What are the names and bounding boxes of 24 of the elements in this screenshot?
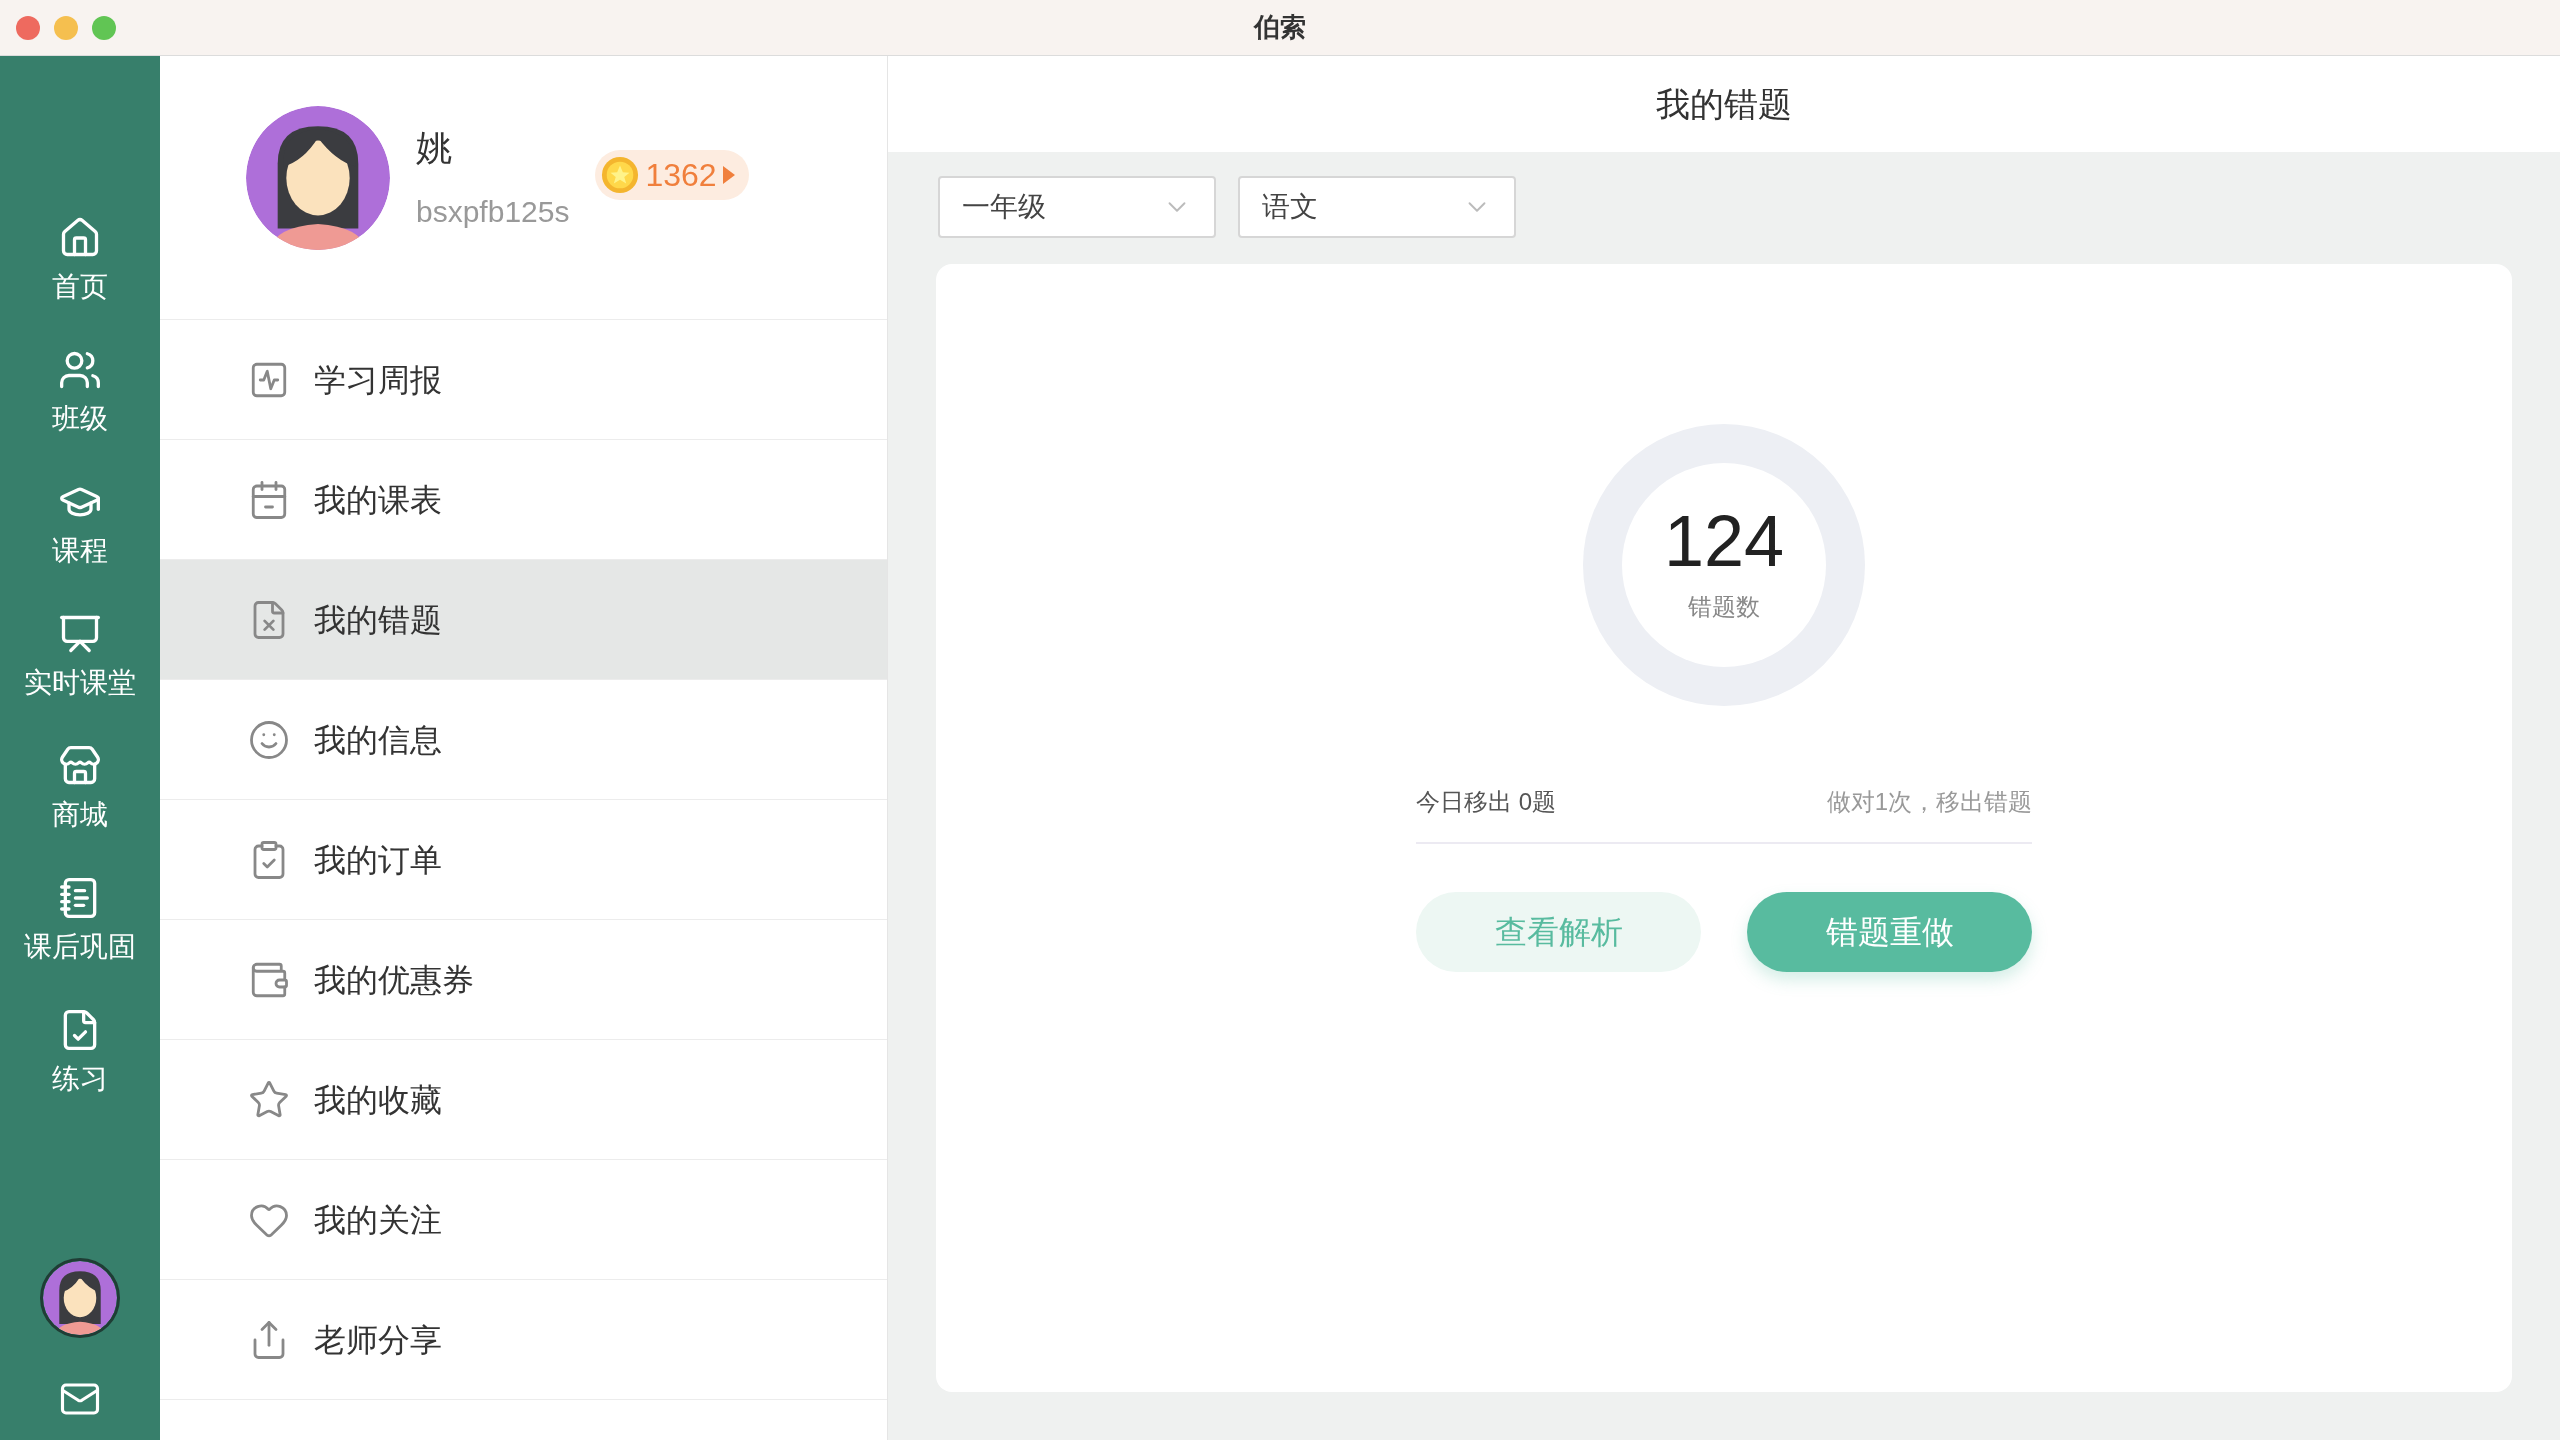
filter-dropdown[interactable]: 语文 bbox=[1238, 176, 1516, 238]
window-title: 伯索 bbox=[1254, 11, 1306, 44]
coin-icon bbox=[601, 155, 640, 194]
nav-item[interactable]: 首页 bbox=[52, 206, 108, 338]
filter-dropdown[interactable]: 一年级 bbox=[938, 176, 1216, 238]
nav-item[interactable]: 课后巩固 bbox=[24, 866, 136, 998]
caret-icon bbox=[722, 165, 735, 184]
zoom-button[interactable] bbox=[92, 16, 116, 40]
nav-item[interactable]: 练习 bbox=[52, 998, 108, 1130]
count-label: 错题数 bbox=[1688, 592, 1760, 622]
smiley-icon bbox=[248, 718, 290, 761]
close-button[interactable] bbox=[16, 16, 40, 40]
nav-item[interactable]: 实时课堂 bbox=[24, 602, 136, 734]
nav-item[interactable]: 课程 bbox=[52, 470, 108, 602]
menu-item[interactable]: 我的错题 bbox=[160, 560, 887, 680]
mistake-count: 124 bbox=[1663, 505, 1785, 577]
nav-item[interactable]: 商城 bbox=[52, 734, 108, 866]
removal-rule: 做对1次，移出错题 bbox=[1826, 787, 2032, 817]
minimize-button[interactable] bbox=[54, 16, 78, 40]
removed-today: 今日移出 0题 bbox=[1416, 787, 1556, 817]
page-title: 我的错题 bbox=[1656, 83, 1792, 125]
user-name: 姚 bbox=[416, 126, 453, 170]
nav-item[interactable]: 班级 bbox=[52, 338, 108, 470]
username: bsxpfb125s bbox=[416, 194, 570, 230]
